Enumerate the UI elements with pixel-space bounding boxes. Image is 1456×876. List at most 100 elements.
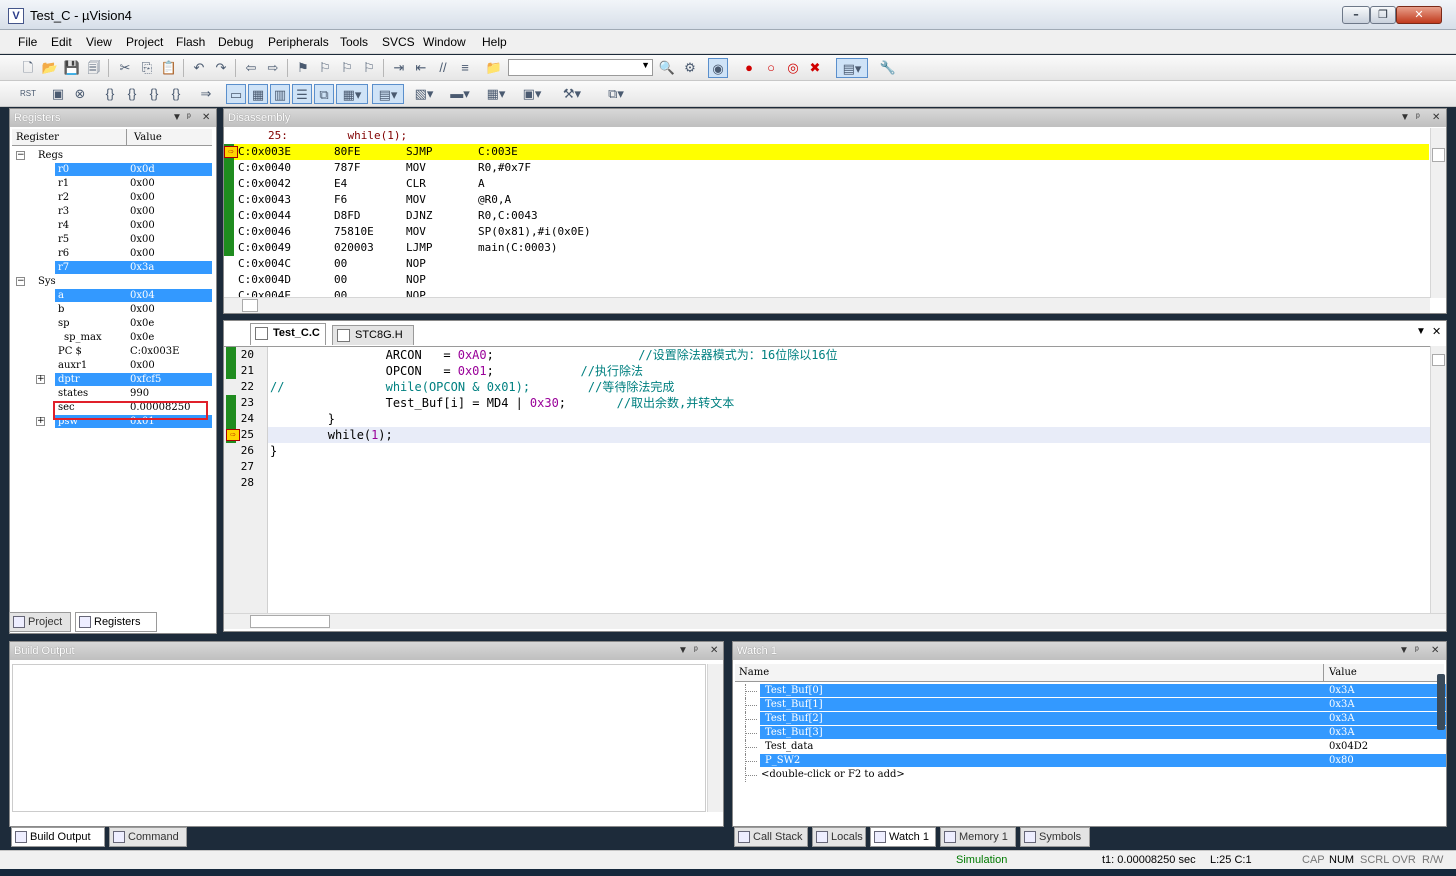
pane-menu-icon[interactable]: ▼ [172,109,182,127]
code-line[interactable]: 20 ARCON = 0xA0; //设置除法器模式为：16位除以16位 [224,347,1430,363]
copy-icon[interactable]: ⎘ [137,58,157,78]
tab-locals[interactable]: Locals [812,827,866,847]
disassembly-row[interactable]: C:0x0049 020003 LJMP main(C:0003) [224,240,1429,256]
close-button[interactable]: ✕ [1396,6,1442,24]
menu-window[interactable]: Window [423,35,466,49]
register-value[interactable]: 0x00 [130,191,155,205]
pin-icon[interactable]: ᵖ [1416,109,1420,127]
save-all-icon[interactable]: 🗐 [84,58,104,78]
menu-debug[interactable]: Debug [218,35,253,49]
tab-project[interactable]: Project [9,612,71,632]
menu-help[interactable]: Help [482,35,507,49]
registers-window-icon[interactable]: ☰ [292,84,312,104]
code-line[interactable]: ⇨ 25 while(1); [224,427,1430,443]
disassembly-vscroll[interactable] [1430,128,1446,298]
watch-value[interactable]: 0x80 [1329,754,1354,768]
register-value[interactable]: 0x00 [130,359,155,373]
reset-icon[interactable]: RST [18,84,38,104]
bookmark-icon[interactable]: ⚑ [293,58,313,78]
find-icon[interactable]: 🔍 [657,58,677,78]
disassembly-view[interactable]: 25: while(1); ⇨ C:0x003E 80FE SJMP C:003E C:0… [224,128,1430,298]
command-window-icon[interactable]: ▭ [226,84,246,104]
register-value[interactable]: 990 [130,387,149,401]
register-row[interactable]: r4 0x00 [10,219,224,233]
register-value[interactable]: 0x04 [130,289,155,303]
prev-bookmark-icon[interactable]: ⚐ [315,58,335,78]
step-out-icon[interactable]: {} [144,84,164,104]
paste-icon[interactable]: 📋 [159,58,179,78]
watch-value[interactable]: 0x04D2 [1329,740,1368,754]
menu-project[interactable]: Project [126,35,163,49]
register-row[interactable]: sp 0x0e [10,317,224,331]
disassembly-row[interactable]: C:0x0044 D8FD DJNZ R0,C:0043 [224,208,1429,224]
window-layout-icon[interactable]: ▤▾ [836,58,868,78]
code-line[interactable]: 24 } [224,411,1430,427]
watch-row[interactable]: Test_Buf[3] 0x3A [735,726,1447,740]
pane-menu-icon[interactable]: ▼ [1399,642,1409,660]
register-row[interactable]: a 0x04 [10,289,224,303]
tab-command[interactable]: Command [109,827,187,847]
menu-flash[interactable]: Flash [176,35,205,49]
register-row[interactable]: r2 0x00 [10,191,224,205]
editor-hscroll[interactable] [224,613,1446,629]
register-row[interactable]: states 990 [10,387,224,401]
collapse-icon[interactable]: − [16,151,25,160]
tab-memory-1[interactable]: Memory 1 [940,827,1016,847]
code-line[interactable]: 28 [224,475,1430,491]
navigate-back-icon[interactable]: ⇦ [241,58,261,78]
step-into-icon[interactable]: {} [100,84,120,104]
disassembly-row[interactable]: C:0x0043 F6 MOV @R0,A [224,192,1429,208]
toolbox-icon[interactable]: ⚒▾ [556,84,588,104]
register-row[interactable]: r7 0x3a [10,261,224,275]
register-value[interactable]: 0x00 [130,219,155,233]
code-line[interactable]: 26} [224,443,1430,459]
register-row[interactable]: auxr1 0x00 [10,359,224,373]
menu-view[interactable]: View [86,35,112,49]
open-file-icon[interactable]: 📂 [40,58,60,78]
register-value[interactable]: 0x0d [130,163,155,177]
debug-restore-views-icon[interactable]: ⧉▾ [600,84,632,104]
tab-build-output[interactable]: Build Output [11,827,105,847]
register-value[interactable]: 0x0e [130,331,154,345]
run-to-cursor-icon[interactable]: {} [166,84,186,104]
code-editor[interactable]: 20 ARCON = 0xA0; //设置除法器模式为：16位除以16位 21 O… [224,346,1430,614]
next-bookmark-icon[interactable]: ⚐ [337,58,357,78]
register-value[interactable]: C:0x003E [130,345,179,359]
tab-call-stack[interactable]: Call Stack [734,827,808,847]
register-value[interactable]: 0x00 [130,205,155,219]
enable-breakpoint-icon[interactable]: ○ [761,58,781,78]
memory-windows-icon[interactable]: ▤▾ [372,84,404,104]
register-row[interactable]: r0 0x0d [10,163,224,177]
watch-row[interactable]: Test_Buf[2] 0x3A [735,712,1447,726]
close-icon[interactable]: ✕ [1432,109,1440,127]
find-in-files-icon[interactable]: 📁 [484,58,504,78]
editor-tabs-menu-icon[interactable]: ▼ [1416,326,1426,337]
system-viewer-icon[interactable]: ▣▾ [516,84,548,104]
tab-registers[interactable]: Registers [75,612,157,632]
editor-close-icon[interactable]: ✕ [1432,325,1441,338]
register-row[interactable]: r6 0x00 [10,247,224,261]
trace-windows-icon[interactable]: ▦▾ [480,84,512,104]
register-row[interactable]: sp_max 0x0e [10,331,224,345]
watch-value-column[interactable]: Value [1329,667,1357,678]
disassembly-row[interactable]: C:0x0046 75810E MOV SP(0x81),#i(0x0E) [224,224,1429,240]
watch-value[interactable]: 0x3A [1329,684,1355,698]
symbols-window-icon[interactable]: ▥ [270,84,290,104]
indent-icon[interactable]: ⇥ [389,58,409,78]
watch-row[interactable]: Test_data 0x04D2 [735,740,1447,754]
value-column-label[interactable]: Value [134,132,162,143]
pin-icon[interactable]: ᵖ [694,642,698,660]
register-row[interactable]: r3 0x00 [10,205,224,219]
pin-icon[interactable]: ᵖ [1415,642,1419,660]
call-stack-window-icon[interactable]: ⧉ [314,84,334,104]
code-line[interactable]: 21 OPCON = 0x01; //执行除法 [224,363,1430,379]
disable-breakpoints-icon[interactable]: ◎ [783,58,803,78]
analysis-windows-icon[interactable]: ▬▾ [444,84,476,104]
kill-breakpoints-icon[interactable]: ✖ [805,58,825,78]
register-row[interactable]: r5 0x00 [10,233,224,247]
build-output-vscroll[interactable] [707,664,723,812]
tab-stc8g-h[interactable]: STC8G.H [332,325,414,345]
navigate-forward-icon[interactable]: ⇨ [263,58,283,78]
menu-svcs[interactable]: SVCS [382,35,415,49]
watch-windows-icon[interactable]: ▦▾ [336,84,368,104]
